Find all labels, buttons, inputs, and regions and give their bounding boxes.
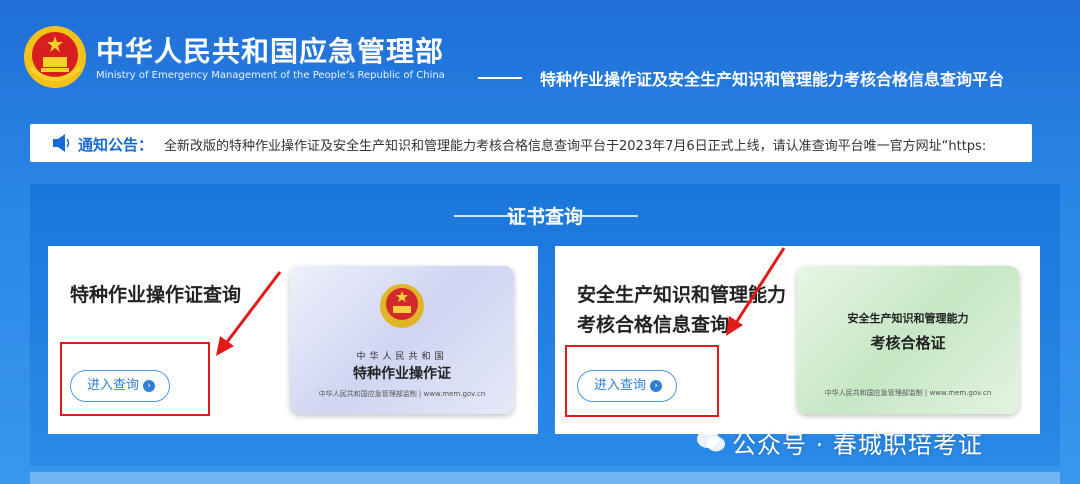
- notice-text[interactable]: 全新改版的特种作业操作证及安全生产知识和管理能力考核合格信息查询平台于2023年…: [164, 135, 1024, 154]
- page-header: 中华人民共和国应急管理部 Ministry of Emergency Manag…: [0, 0, 1080, 110]
- section-title-line-right: [576, 215, 638, 217]
- notice-label: 通知公告：: [78, 136, 154, 154]
- cert-country: 中华人民共和国: [356, 352, 448, 362]
- cert-top-text: 安全生产知识和管理能力: [847, 312, 969, 325]
- safety-management-certificate-image: 安全生产知识和管理能力 考核合格证 中华人民共和国应急管理部监制 | www.m…: [797, 266, 1019, 414]
- next-section-edge: [30, 472, 1060, 484]
- cert-footer: 中华人民共和国应急管理部监制 | www.mem.gov.cn: [824, 389, 992, 397]
- watermark-text: 公众号 · 春城职培考证: [732, 431, 983, 459]
- cert-name: 特种作业操作证: [353, 366, 451, 382]
- annotation-arrow-icon: [726, 247, 786, 336]
- site-subtitle: Ministry of Emergency Management of the …: [96, 70, 445, 81]
- cert-footer: 中华人民共和国应急管理部监制 | www.mem.gov.cn: [318, 390, 486, 398]
- section-title: 证书查询: [506, 206, 583, 228]
- safety-management-card[interactable]: 安全生产知识和管理能力 考核合格信息查询 进入查询 › 安全生产知识和管理能力 …: [555, 246, 1040, 434]
- platform-title: 特种作业操作证及安全生产知识和管理能力考核合格信息查询平台: [540, 70, 1005, 89]
- cert-name: 考核合格证: [870, 334, 946, 352]
- header-divider: [478, 77, 522, 79]
- site-title: 中华人民共和国应急管理部: [96, 35, 445, 68]
- annotation-box: [60, 342, 210, 416]
- card-title-line2: 考核合格信息查询: [577, 314, 730, 336]
- special-operation-certificate-image: 中华人民共和国 特种作业操作证 中华人民共和国应急管理部监制 | www.mem…: [290, 266, 514, 414]
- annotation-arrow-icon: [216, 271, 282, 356]
- certificate-query-panel: 证书查询 特种作业操作证查询 进入查询 › 中华人民共和国 特种作业操作证 中华…: [30, 184, 1060, 466]
- national-emblem-icon: [24, 26, 86, 88]
- speaker-icon: [53, 134, 70, 152]
- notice-bar: 通知公告： 全新改版的特种作业操作证及安全生产知识和管理能力考核合格信息查询平台…: [30, 124, 1032, 162]
- annotation-box: [565, 345, 719, 417]
- special-operation-card[interactable]: 特种作业操作证查询 进入查询 › 中华人民共和国 特种作业操作证 中华人民共和国…: [48, 246, 538, 434]
- national-emblem-icon: [380, 284, 424, 328]
